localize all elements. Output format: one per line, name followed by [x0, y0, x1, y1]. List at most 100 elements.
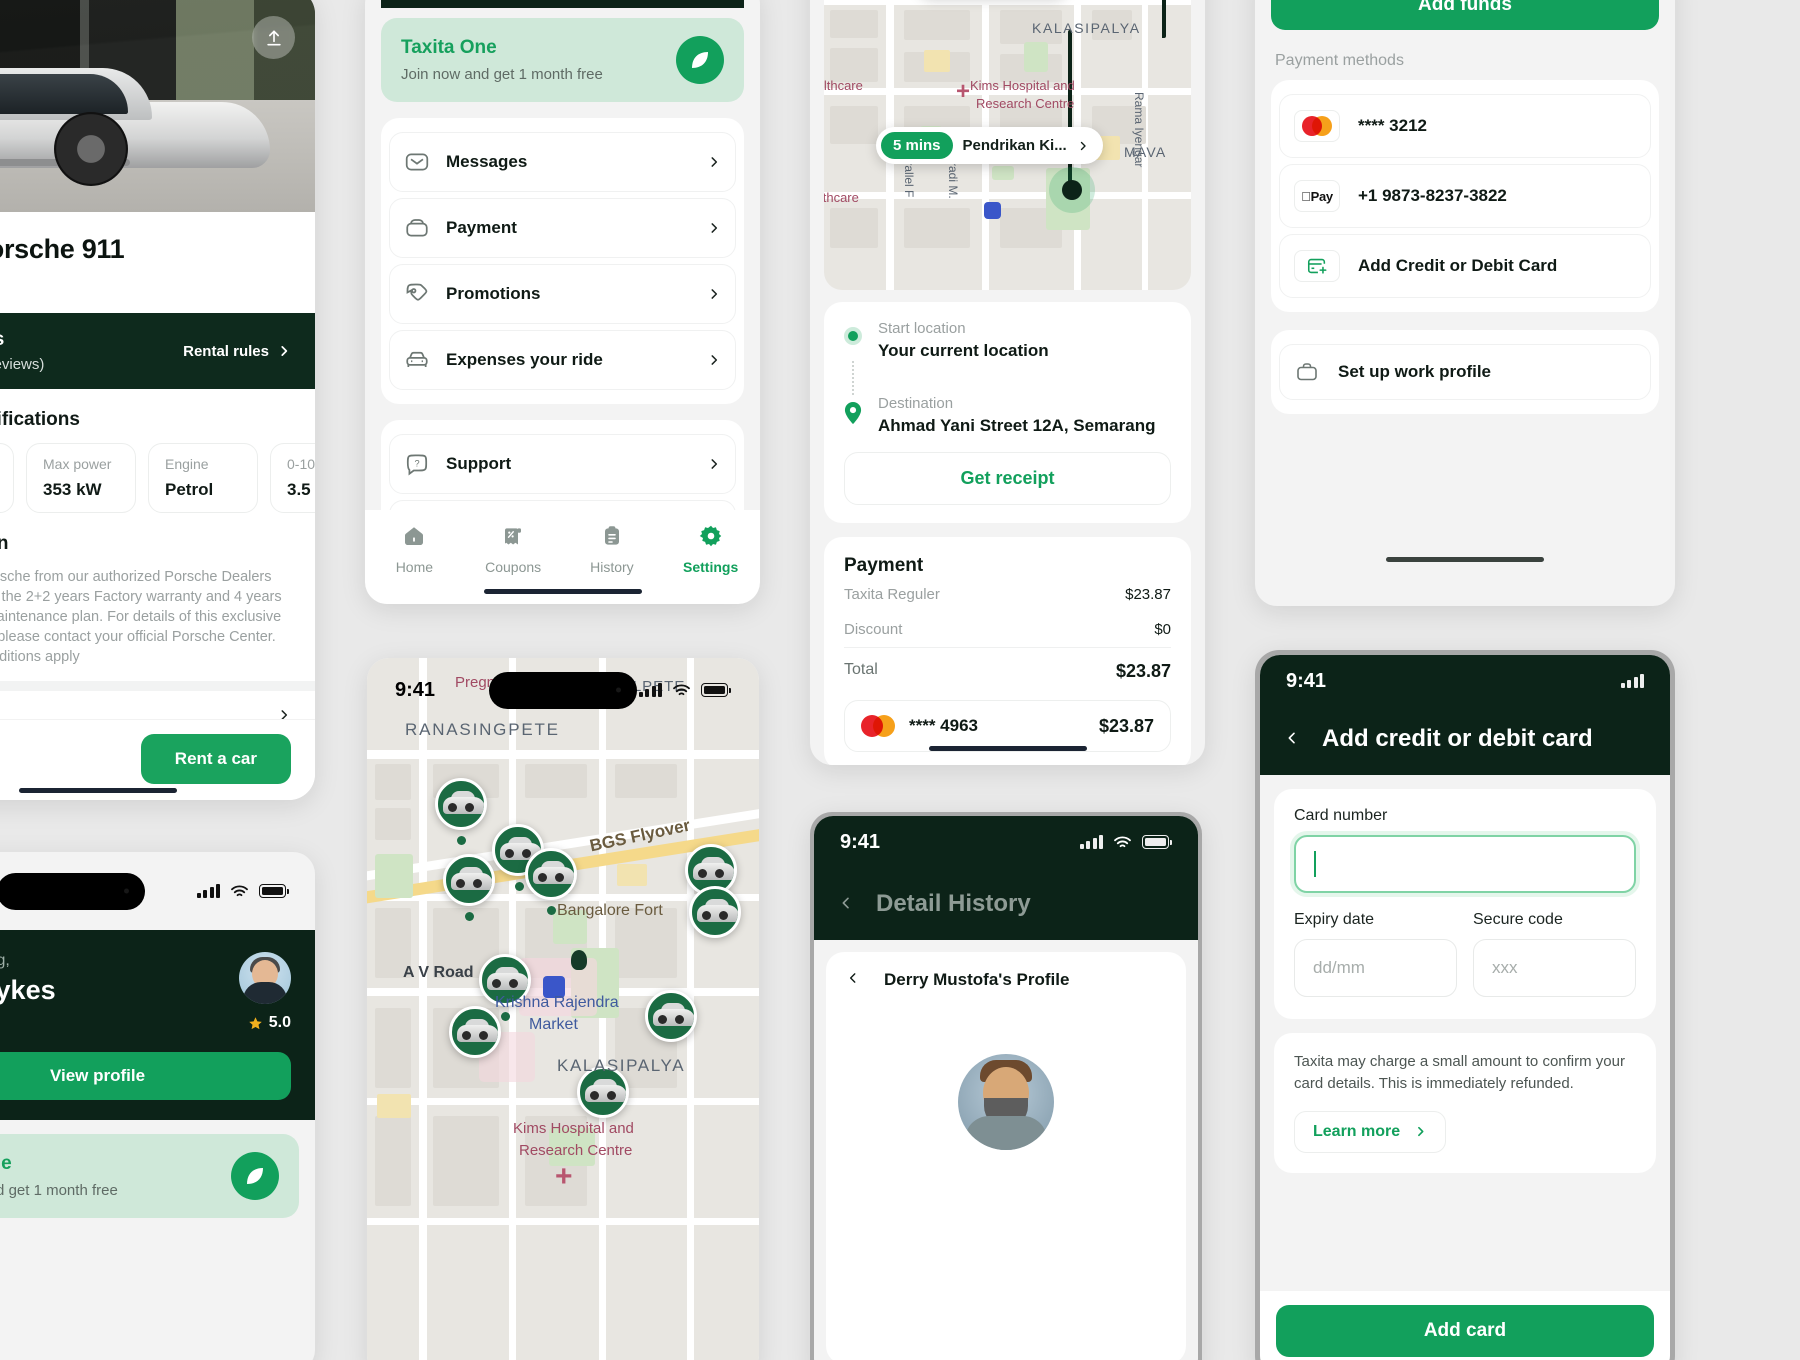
map-label: A V Road	[403, 964, 474, 981]
car-marker-anchor	[547, 906, 556, 915]
add-card-button[interactable]: Add card	[1276, 1305, 1654, 1357]
chevron-left-icon[interactable]	[1284, 725, 1300, 753]
status-bar: 9:41	[0, 852, 315, 930]
detail-history-screen: 9:41 Detail History Derry Mustofa's Prof…	[810, 812, 1202, 1360]
tab-history[interactable]: History	[563, 524, 662, 575]
expiry-input[interactable]: dd/mm	[1294, 939, 1457, 997]
payment-methods-list: **** 3212 Pay +1 9873-8237-3822 Add Cre…	[1271, 80, 1659, 312]
home-icon	[402, 524, 426, 551]
card-number-label: Card number	[1294, 807, 1388, 824]
chevron-left-icon[interactable]	[846, 970, 860, 990]
payment-method-row[interactable]: **** 4963 $23.87	[844, 700, 1171, 752]
map-label: Research Centre	[519, 1142, 633, 1159]
chevron-right-icon	[711, 289, 718, 299]
tab-label: Coupons	[485, 559, 542, 575]
rental-rules-label: Rental rules	[183, 342, 269, 360]
get-receipt-button[interactable]: Get receipt	[844, 452, 1171, 505]
taxita-one-promo-card[interactable]: Taxita One Join now and get 1 month free	[0, 1134, 299, 1218]
learn-more-button[interactable]: Learn more	[1294, 1110, 1447, 1153]
section-divider	[0, 681, 315, 691]
chevron-left-icon[interactable]	[838, 890, 854, 918]
payment-method-apple-pay[interactable]: Pay +1 9873-8237-3822	[1279, 164, 1651, 228]
spec-section-title: Total specifications	[0, 409, 80, 430]
menu-item-expenses[interactable]: Expenses your ride	[389, 330, 736, 390]
payment-line-label: Taxita Reguler	[844, 586, 940, 603]
card-number-input[interactable]	[1294, 835, 1636, 893]
porsche-illustration	[0, 68, 270, 186]
menu-item-promotions[interactable]: Promotions	[389, 264, 736, 324]
chevron-right-icon	[1080, 141, 1086, 150]
payment-method-mastercard[interactable]: **** 3212	[1279, 94, 1651, 158]
menu-item-messages[interactable]: Messages	[389, 132, 736, 192]
greeting-footer: View profile	[0, 1052, 315, 1120]
share-up-icon[interactable]	[252, 16, 295, 59]
trip-route-map[interactable]: + A V Road KALASIPALYA Kims Hospital and…	[824, 0, 1191, 290]
driver-map[interactable]: + Pregnancy Hospital MAMULPETE RANASINGP…	[367, 658, 759, 1360]
tab-label: History	[590, 559, 634, 575]
greeting-text: Good morning, Ryan Sykes	[0, 952, 56, 1006]
spec-card: Max power 353 kW	[26, 443, 136, 513]
signal-icon	[1079, 835, 1103, 849]
tab-coupons[interactable]: Coupons	[464, 524, 563, 575]
history-device-frame: 9:41 Detail History Derry Mustofa's Prof…	[814, 816, 1198, 1360]
tag-icon	[404, 281, 430, 307]
tab-home[interactable]: Home	[365, 524, 464, 575]
tab-settings[interactable]: Settings	[661, 524, 760, 575]
history-header: 9:41 Detail History	[814, 816, 1198, 940]
menu-label: Expenses your ride	[446, 350, 603, 369]
hospital-cross-icon: +	[555, 1160, 573, 1193]
add-funds-button[interactable]: Add funds	[1271, 0, 1659, 30]
vendor-info: Rahul Cars 4.8 (15 Reviews)	[0, 329, 44, 373]
promo-text: Taxita One Join now and get 1 month free	[0, 1153, 118, 1199]
rent-a-car-button[interactable]: Rent a car	[140, 734, 291, 784]
view-profile-button[interactable]: View profile	[0, 1052, 291, 1100]
chevron-left-glyph	[849, 973, 856, 983]
chevron-right-icon	[1418, 1126, 1424, 1137]
avatar[interactable]	[239, 952, 291, 1004]
signal-icon	[196, 884, 220, 898]
setup-work-profile-row[interactable]: Set up work profile	[1279, 344, 1651, 400]
battery-icon	[259, 884, 289, 898]
eta-badge: 5 mins	[881, 132, 953, 159]
home-screen: 9:41 Good morning, Ryan Sykes	[0, 852, 315, 1360]
profile-title: Derry Mustofa's Profile	[884, 970, 1070, 989]
car-marker[interactable]	[525, 848, 577, 900]
svg-text:?: ?	[414, 459, 419, 469]
history-profile-card: Derry Mustofa's Profile	[826, 952, 1186, 1360]
map-label: Kims Hospital and	[513, 1120, 634, 1137]
rental-rules-link[interactable]: Rental rules	[183, 343, 291, 360]
tab-label: Settings	[683, 559, 739, 575]
car-marker[interactable]	[449, 1006, 501, 1058]
car-marker[interactable]	[443, 854, 495, 906]
payment-line-value: $0	[1154, 621, 1171, 638]
screenshot-canvas: 2024 Porsche 911 1023-BPD Rahul Cars 4.8…	[0, 0, 1800, 1360]
gear-icon	[699, 524, 723, 551]
chevron-right-icon	[281, 346, 288, 356]
payment-line-label: Discount	[844, 621, 903, 638]
menu-label: Support	[446, 454, 512, 473]
menu-item-payment[interactable]: Payment	[389, 198, 736, 258]
map-label: Krishna Rajendra	[495, 994, 619, 1011]
payment-method-amount: $23.87	[1098, 715, 1154, 736]
promo-subtitle: Join now and get 1 month free	[0, 1182, 118, 1199]
destination-label: Destination	[878, 395, 954, 412]
payment-method-add-card[interactable]: Add Credit or Debit Card	[1279, 234, 1651, 298]
add-card-title-row: Add credit or debit card	[1260, 725, 1670, 753]
taxita-one-promo-card[interactable]: Taxita One Join now and get 1 month free	[381, 18, 744, 102]
secure-code-input[interactable]: xxx	[1473, 939, 1636, 997]
menu-item-support[interactable]: ? Support	[389, 434, 736, 494]
car-marker[interactable]	[689, 886, 741, 938]
star-icon	[249, 1016, 262, 1029]
description-text: Order your Porsche from our authorized P…	[0, 569, 282, 665]
car-marker[interactable]	[645, 990, 697, 1042]
map-pill-destination[interactable]: 5 mins Pendrikan Ki...	[876, 127, 1103, 164]
destination-row: Destination Ahmad Yani Street 12A, Semar…	[844, 395, 1171, 436]
user-summary: 5.0	[239, 952, 291, 1032]
payment-line: Taxita Reguler $23.87	[844, 577, 1171, 612]
rating-value: 5.0	[268, 1014, 291, 1031]
status-icons	[638, 683, 732, 698]
start-dot-icon	[844, 327, 862, 361]
tab-list: Home Coupons History Settings	[365, 524, 760, 575]
spec-value: 353 kW	[43, 480, 102, 499]
car-marker[interactable]	[435, 778, 487, 830]
